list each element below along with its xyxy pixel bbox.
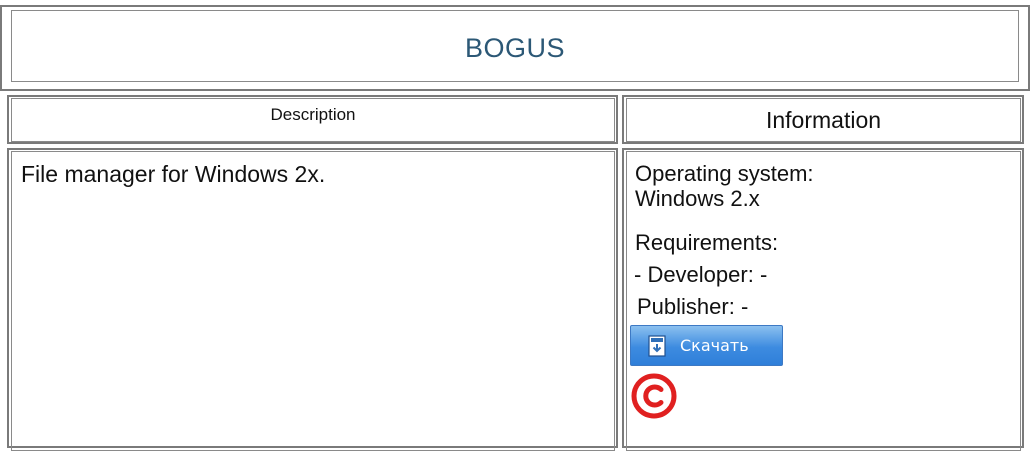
information-header: Information [765, 107, 882, 133]
copyright-icon [630, 372, 678, 420]
os-label: Operating system: [635, 161, 814, 186]
requirements-label: Requirements: [635, 230, 779, 255]
download-icon [648, 334, 666, 357]
publisher-line: Publisher: - [637, 294, 749, 319]
description-cell-inner [11, 151, 615, 451]
os-value: Windows 2.x [635, 186, 760, 211]
page-title: BOGUS [464, 33, 566, 63]
description-text: File manager for Windows 2x. [21, 161, 326, 187]
developer-line: - Developer: - [634, 262, 768, 287]
description-header: Description [270, 105, 356, 124]
download-label: Скачать [680, 336, 749, 355]
download-button[interactable]: Скачать [630, 325, 783, 366]
